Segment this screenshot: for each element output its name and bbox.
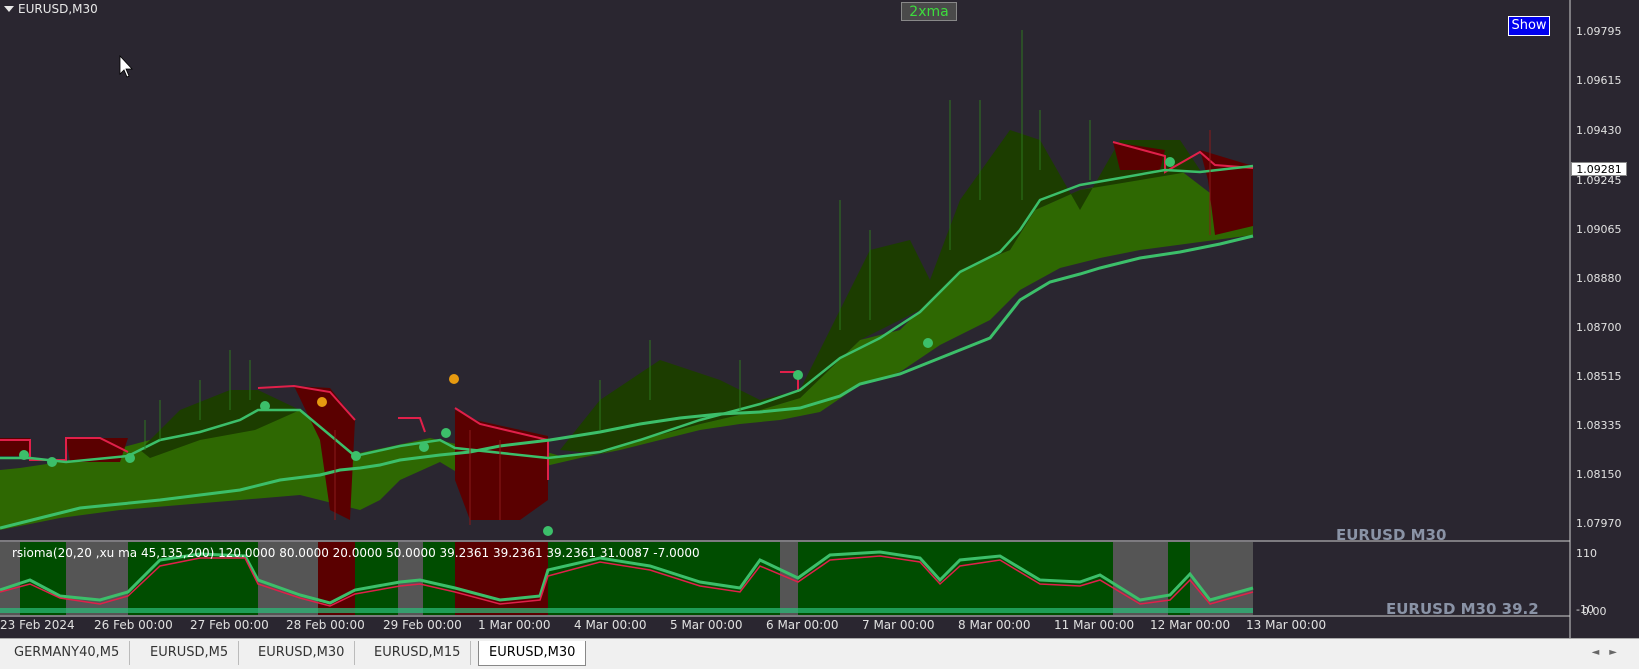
- chart-title-label: EURUSD,M30: [18, 2, 98, 16]
- price-tick: 1.08335: [1576, 419, 1622, 432]
- chart-title[interactable]: EURUSD,M30: [4, 2, 98, 16]
- time-tick: 11 Mar 00:00: [1054, 618, 1135, 632]
- time-tick: 4 Mar 00:00: [574, 618, 647, 632]
- time-tick: 12 Mar 00:00: [1150, 618, 1231, 632]
- indicator-symbol-overlay: EURUSD M30 39.2: [1386, 600, 1539, 618]
- price-tick: 1.09615: [1576, 74, 1622, 87]
- price-chart[interactable]: [0, 0, 1639, 668]
- time-tick: 27 Feb 00:00: [190, 618, 269, 632]
- main-symbol-overlay: EURUSD M30: [1336, 526, 1447, 544]
- tab-eurusd-m5[interactable]: EURUSD,M5: [140, 641, 240, 665]
- price-tick: 1.08700: [1576, 321, 1622, 334]
- indicator-scale-bottom-2: 0.00: [1582, 605, 1607, 618]
- price-tick: 1.09065: [1576, 223, 1622, 236]
- time-tick: 7 Mar 00:00: [862, 618, 935, 632]
- tab-eurusd-m30[interactable]: EURUSD,M30: [248, 641, 356, 665]
- tab-scroll-arrows-icon[interactable]: ◄►: [1592, 647, 1627, 658]
- current-price-label: 1.09281: [1571, 162, 1627, 176]
- dropdown-triangle-icon[interactable]: [4, 6, 14, 12]
- time-tick: 23 Feb 2024: [0, 618, 75, 632]
- time-tick: 13 Mar 00:00: [1246, 618, 1327, 632]
- price-tick: 1.08880: [1576, 272, 1622, 285]
- tab-eurusd-m30-active[interactable]: EURUSD,M30: [478, 641, 587, 666]
- price-tick: 1.09430: [1576, 124, 1622, 137]
- price-tick: 1.07970: [1576, 517, 1622, 530]
- xma-button[interactable]: 2xma: [901, 2, 957, 21]
- price-tick: 1.09795: [1576, 25, 1622, 38]
- time-tick: 28 Feb 00:00: [286, 618, 365, 632]
- show-button[interactable]: Show: [1508, 16, 1550, 36]
- indicator-scale-top: 110: [1576, 547, 1597, 560]
- indicator-label: rsioma(20,20 ,xu ma 45,135,200) 120.0000…: [12, 546, 700, 560]
- time-tick: 6 Mar 00:00: [766, 618, 839, 632]
- price-tick: 1.08515: [1576, 370, 1622, 383]
- histogram-strip: [0, 608, 1253, 613]
- tab-eurusd-m15[interactable]: EURUSD,M15: [364, 641, 472, 665]
- tab-germany40-m5[interactable]: GERMANY40,M5: [4, 641, 131, 665]
- time-tick: 26 Feb 00:00: [94, 618, 173, 632]
- time-tick: 5 Mar 00:00: [670, 618, 743, 632]
- time-tick: 1 Mar 00:00: [478, 618, 551, 632]
- price-tick: 1.08150: [1576, 468, 1622, 481]
- time-tick: 8 Mar 00:00: [958, 618, 1031, 632]
- chart-tab-bar: GERMANY40,M5 EURUSD,M5 EURUSD,M30 EURUSD…: [0, 638, 1639, 669]
- time-tick: 29 Feb 00:00: [383, 618, 462, 632]
